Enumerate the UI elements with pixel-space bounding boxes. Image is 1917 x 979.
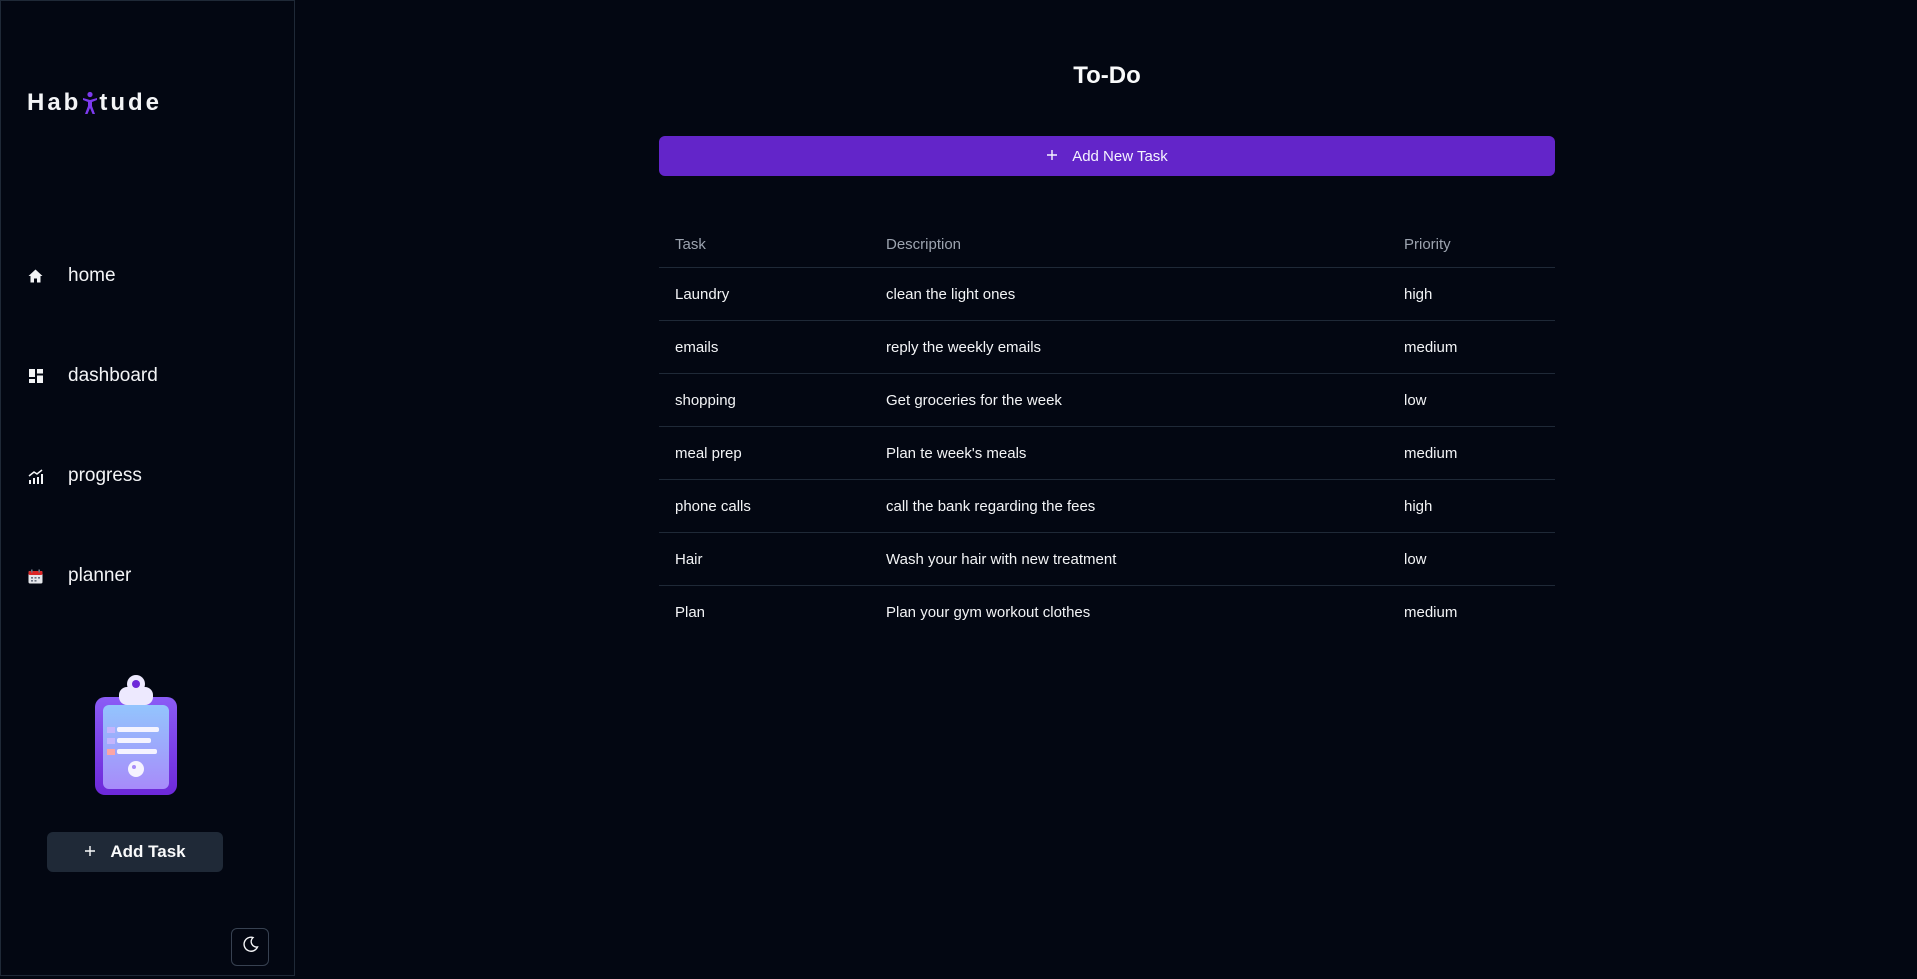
description-cell: Plan te week's meals <box>870 426 1388 480</box>
task-cell: Plan <box>675 603 706 621</box>
column-header-task: Task <box>659 222 870 268</box>
priority-cell: low <box>1388 373 1555 427</box>
sidebar-item-label: home <box>68 265 116 286</box>
priority-cell: low <box>1388 532 1555 586</box>
person-icon <box>82 91 98 115</box>
description-cell: Plan your gym workout clothes <box>886 603 1091 621</box>
home-icon <box>27 268 44 285</box>
todo-table: Task Description Priority Laundry clean … <box>659 222 1555 638</box>
task-cell: phone calls <box>659 479 870 533</box>
task-cell: Laundry <box>659 267 870 321</box>
table-header-row: Task Description Priority <box>659 222 1555 268</box>
description-cell: reply the weekly emails <box>870 320 1388 374</box>
add-new-task-label: Add New Task <box>1072 147 1168 165</box>
plus-icon <box>84 842 96 862</box>
table-row[interactable]: Laundry clean the light ones high <box>659 267 1555 321</box>
priority-cell: medium <box>1404 603 1458 621</box>
description-cell: call the bank regarding the fees <box>870 479 1388 533</box>
table-row[interactable]: meal prep Plan te week's meals medium <box>659 426 1555 480</box>
sidebar: Hab tude home dashboard progress planner… <box>0 0 295 976</box>
sidebar-item-progress[interactable]: progress <box>27 465 142 487</box>
priority-cell: medium <box>1388 320 1555 374</box>
description-cell: Wash your hair with new treatment <box>870 532 1388 586</box>
description-cell: clean the light ones <box>870 267 1388 321</box>
priority-cell: high <box>1388 479 1555 533</box>
priority-cell: high <box>1388 267 1555 321</box>
table-row[interactable]: Hair Wash your hair with new treatment l… <box>659 532 1555 586</box>
sidebar-item-label: progress <box>68 465 142 486</box>
column-header-description: Description <box>870 222 1388 268</box>
add-new-task-button[interactable]: Add New Task <box>659 136 1555 176</box>
page-title: To-Do <box>1073 62 1141 89</box>
sidebar-item-dashboard[interactable]: dashboard <box>27 365 158 387</box>
app-logo[interactable]: Hab tude <box>27 89 162 117</box>
moon-icon <box>242 936 259 958</box>
description-cell: Get groceries for the week <box>870 373 1388 427</box>
plus-icon <box>1046 148 1058 165</box>
sidebar-item-label: dashboard <box>68 365 158 386</box>
sidebar-item-home[interactable]: home <box>27 265 116 287</box>
sidebar-item-label: planner <box>68 565 132 586</box>
sidebar-item-planner[interactable]: planner <box>27 565 131 587</box>
task-cell: emails <box>659 320 870 374</box>
table-row[interactable]: Plan Plan your gym workout clothes mediu… <box>659 586 1555 639</box>
column-header-priority: Priority <box>1388 222 1555 268</box>
clipboard-icon <box>89 673 183 797</box>
table-row[interactable]: phone calls call the bank regarding the … <box>659 479 1555 533</box>
logo-text-left: Hab <box>27 89 82 116</box>
task-cell: meal prep <box>659 426 870 480</box>
progress-icon <box>27 468 44 485</box>
priority-cell: medium <box>1388 426 1555 480</box>
task-cell: Hair <box>659 532 870 586</box>
table-row[interactable]: emails reply the weekly emails medium <box>659 320 1555 374</box>
dashboard-icon <box>27 368 44 385</box>
add-task-label: Add Task <box>110 842 186 861</box>
table-row[interactable]: shopping Get groceries for the week low <box>659 373 1555 427</box>
logo-text-right: tude <box>99 89 163 116</box>
calendar-icon <box>27 568 44 585</box>
task-cell: shopping <box>659 373 870 427</box>
theme-toggle-button[interactable] <box>231 928 269 966</box>
add-task-button[interactable]: Add Task <box>47 832 223 872</box>
